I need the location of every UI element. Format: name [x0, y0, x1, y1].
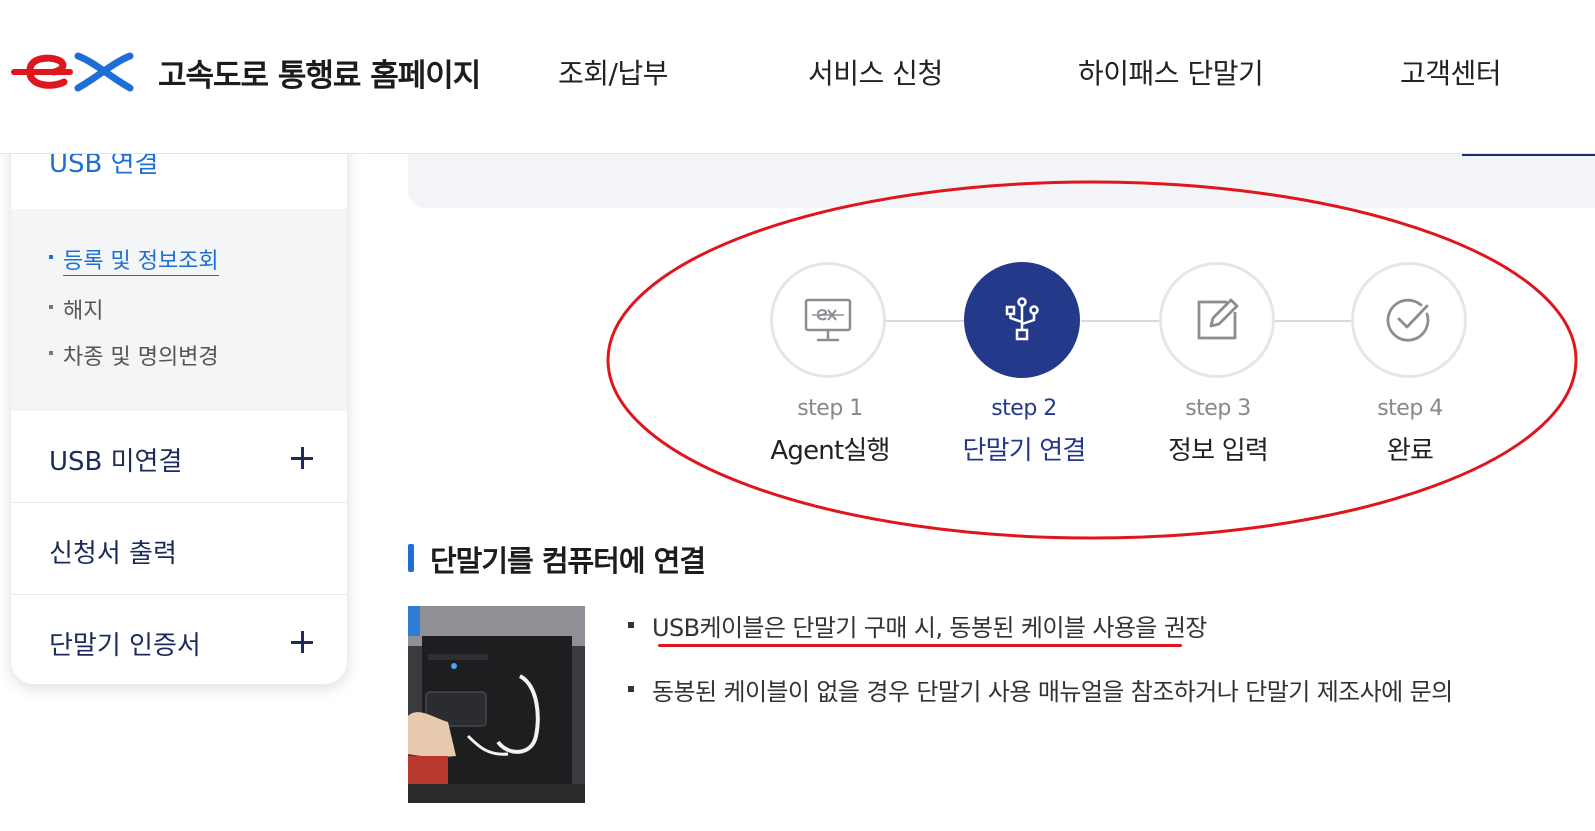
step-2-label: 단말기 연결: [962, 436, 1086, 466]
annotation-underline: [658, 644, 1182, 647]
sidebar-item-print-application[interactable]: 신청서 출력: [11, 503, 347, 595]
nav-service-apply[interactable]: 서비스 신청: [808, 52, 943, 92]
sidebar-item-label: 단말기 인증서: [49, 631, 201, 661]
site-header: 고속도로 통행료 홈페이지 조회/납부 서비스 신청 하이패스 단말기 고객센터: [0, 0, 1595, 154]
edit-icon: [1197, 298, 1239, 340]
nav-hipass-device[interactable]: 하이패스 단말기: [1078, 52, 1264, 92]
usb-icon: [1005, 297, 1039, 341]
bullet-cable-missing: 동봉된 케이블이 없을 경우 단말기 사용 매뉴얼을 참조하거나 단말기 제조사…: [628, 672, 1453, 707]
device-connection-photo: [408, 606, 585, 803]
step-3-circle: [1159, 262, 1275, 378]
step-2-number: step 2: [991, 396, 1057, 421]
site-title[interactable]: 고속도로 통행료 홈페이지: [158, 50, 481, 95]
step-connector: [886, 320, 966, 322]
step-4-circle: [1351, 262, 1467, 378]
step-2-circle: [964, 262, 1080, 378]
sidebar-submenu: [11, 209, 347, 411]
plus-icon[interactable]: [291, 447, 313, 469]
device-photo-image: [408, 606, 585, 803]
step-3-label: 정보 입력: [1168, 436, 1269, 466]
section-marker: [408, 544, 414, 572]
sidebar-item-label: 신청서 출력: [49, 539, 177, 569]
bullet-cable-recommend: USB케이블은 단말기 구매 시, 동봉된 케이블 사용을 권장: [628, 608, 1207, 643]
step-4-number: step 4: [1377, 396, 1443, 421]
monitor-ex-icon: [804, 298, 852, 342]
sidebar-item-label: USB 미연결: [49, 447, 183, 477]
check-circle-icon: [1386, 298, 1430, 342]
plus-icon[interactable]: [291, 631, 313, 653]
ex-logo[interactable]: [8, 48, 148, 94]
section-title: 단말기를 컴퓨터에 연결: [430, 544, 706, 578]
sidebar: USB 연결 등록 및 정보조회 해지 차종 및 명의변경 USB 미연결 신청…: [10, 120, 348, 685]
step-1-number: step 1: [797, 396, 863, 421]
step-3-number: step 3: [1185, 396, 1251, 421]
submenu-cancel[interactable]: 해지: [48, 293, 103, 325]
step-4-label: 완료: [1386, 436, 1434, 466]
submenu-vehicle-owner-change[interactable]: 차종 및 명의변경: [49, 339, 219, 371]
nav-inquiry-payment[interactable]: 조회/납부: [558, 52, 668, 92]
step-connector: [1275, 320, 1353, 322]
submenu-register-info[interactable]: 등록 및 정보조회: [49, 243, 219, 276]
sidebar-item-usb-not-connected[interactable]: USB 미연결: [11, 411, 347, 503]
step-1-circle: [770, 262, 886, 378]
step-connector: [1081, 320, 1161, 322]
step-1-label: Agent실행: [770, 436, 890, 466]
sidebar-item-device-certificate[interactable]: 단말기 인증서: [11, 595, 347, 684]
nav-customer-center[interactable]: 고객센터: [1400, 52, 1502, 92]
